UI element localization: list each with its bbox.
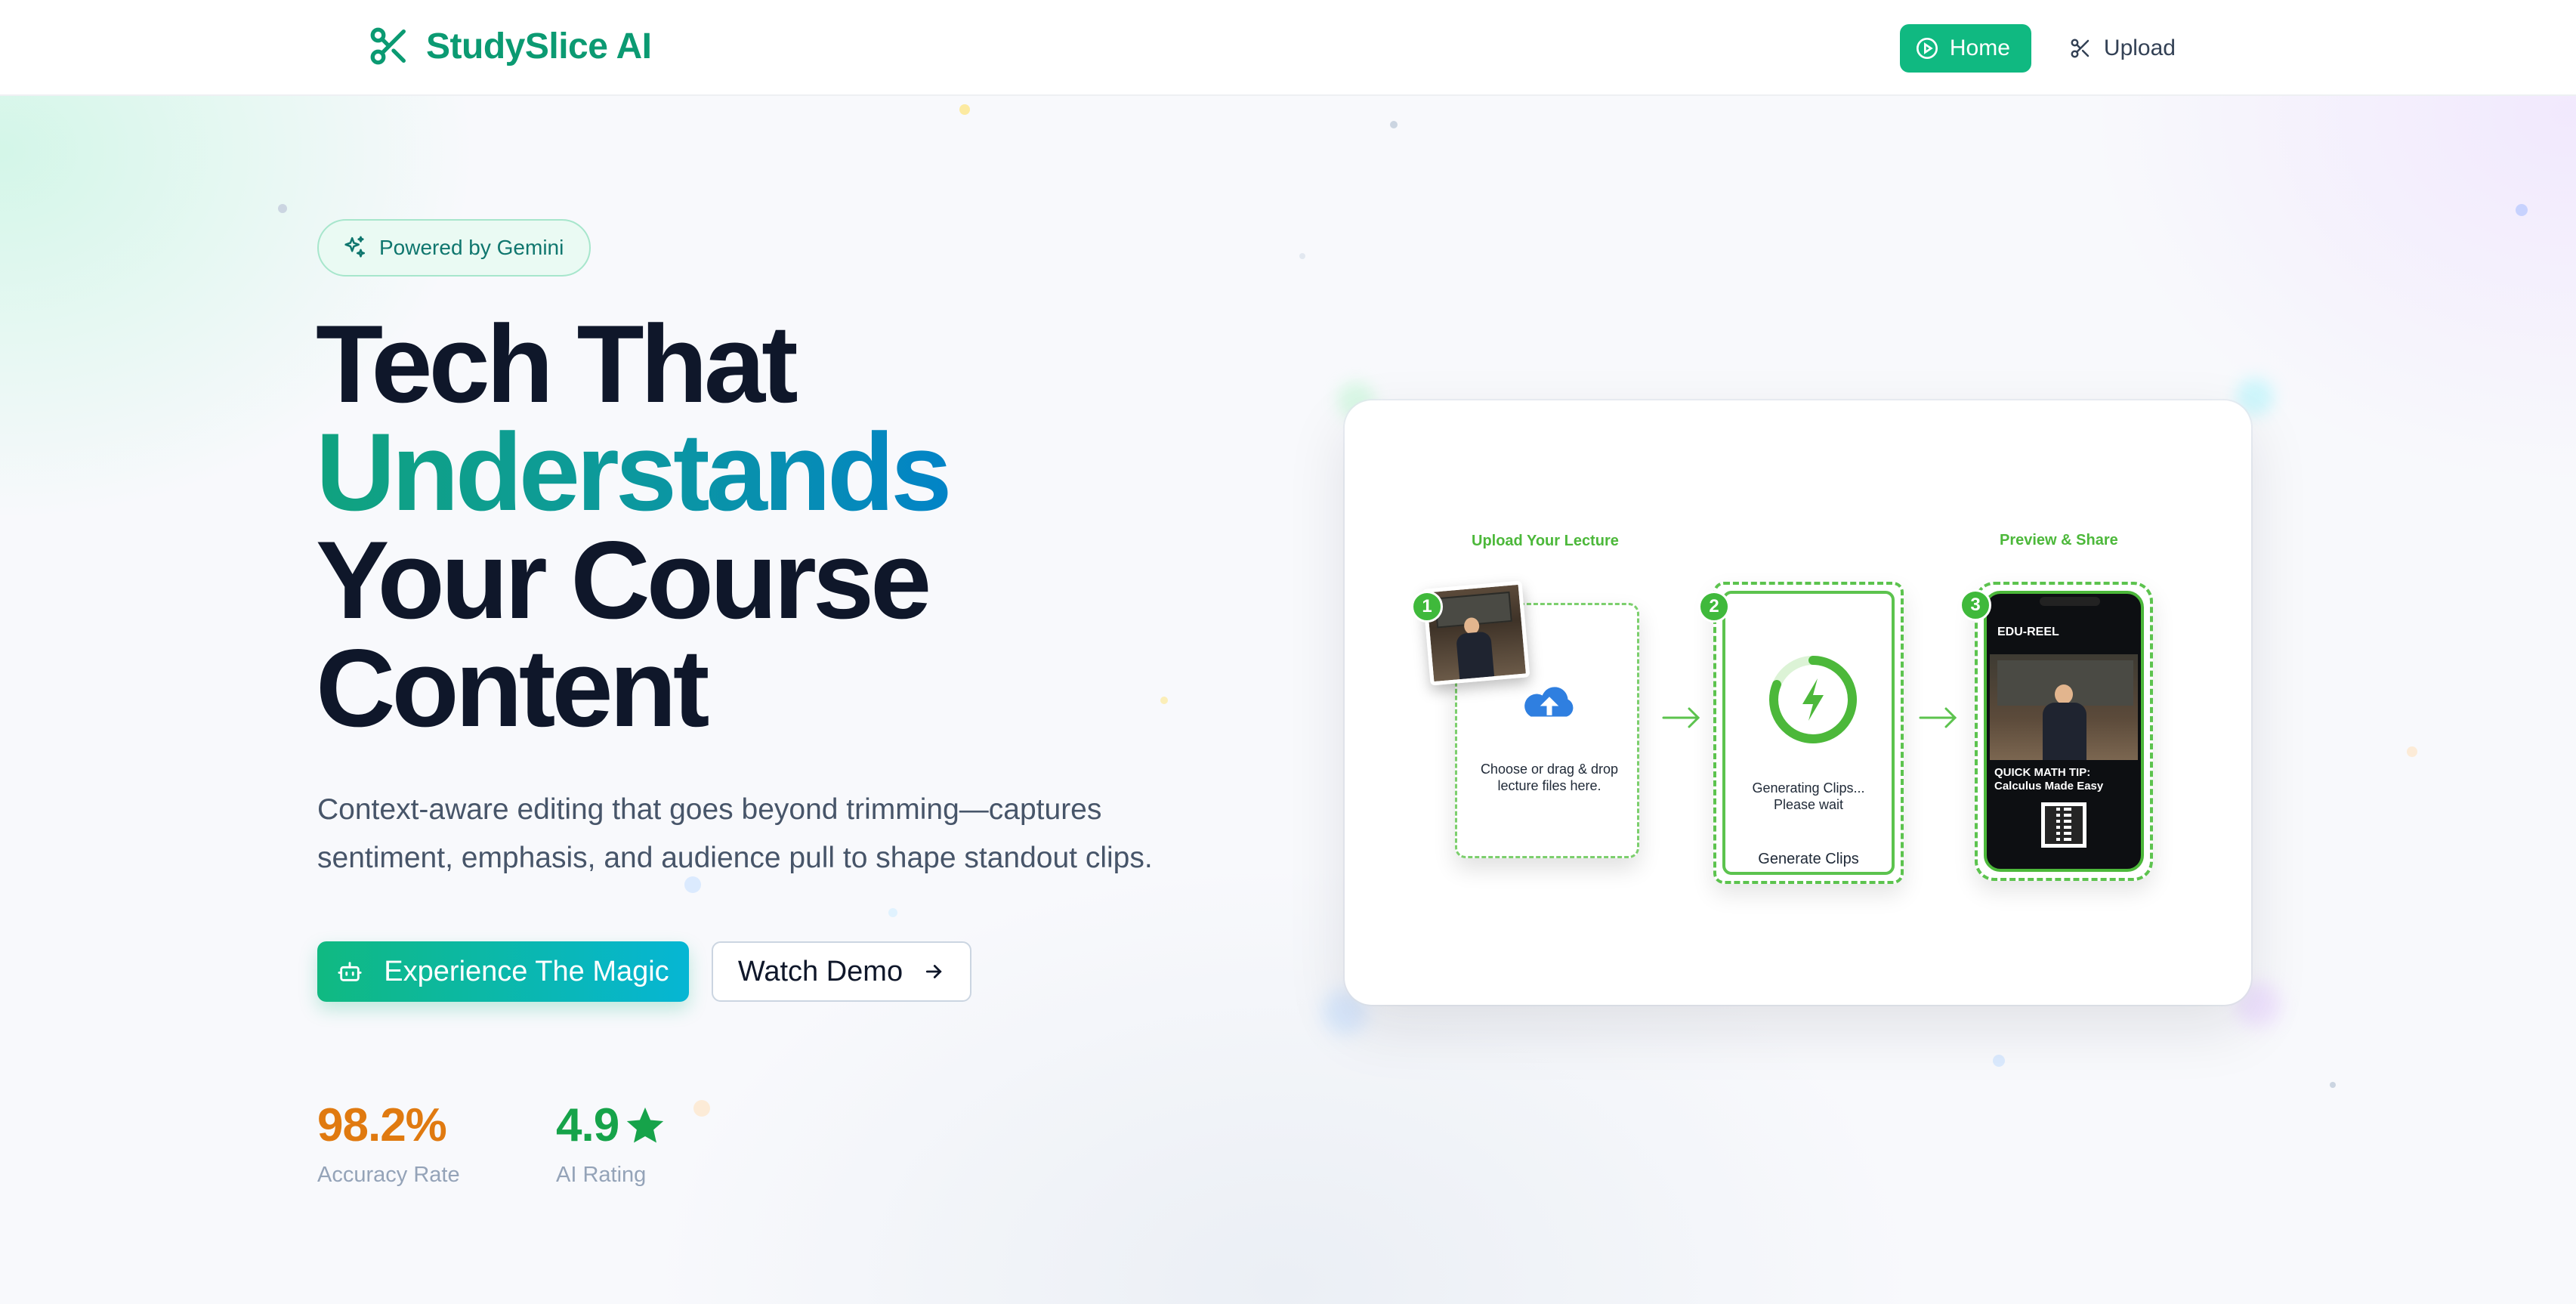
star-icon [627, 1107, 664, 1142]
please-wait-text: Please wait [1773, 797, 1844, 812]
secondary-cta-label: Watch Demo [737, 955, 903, 987]
generating-text: Generating Clips... [1752, 780, 1865, 796]
headline-line-3: Your Course [316, 518, 931, 641]
step1-title: Upload Your Lecture [1472, 533, 1619, 549]
phone-video [1990, 654, 2138, 760]
decor-dot [278, 204, 287, 213]
badge-label: Powered by Gemini [379, 236, 564, 259]
decor-dot [888, 908, 897, 917]
generate-clips-button[interactable]: Generate Clips [1725, 851, 1892, 867]
headline-line-1: Tech That [316, 302, 798, 425]
hero-headline: Tech That Understands Your Course Conten… [316, 309, 952, 743]
qr-code [2041, 802, 2086, 848]
powered-by-badge: Powered by Gemini [317, 219, 591, 277]
phone-preview: EDU-REEL QUICK MATH TIP: Calculus Made E… [1975, 582, 2153, 881]
decor-dot [959, 104, 970, 115]
stat-rating: 4.9 AI Rating [556, 1099, 667, 1188]
workflow-preview-card: Upload Your Lecture Preview & Share Choo… [1345, 400, 2251, 1005]
bot-icon [338, 962, 362, 981]
arrow-right-icon [1662, 707, 1700, 728]
step3-number-badge: 3 [1960, 589, 1991, 621]
watch-demo-button[interactable]: Watch Demo [712, 941, 971, 1002]
decor-dot [693, 1100, 710, 1117]
lecturer-body [1456, 631, 1495, 680]
hero-subtitle: Context-aware editing that goes beyond t… [317, 793, 1153, 874]
lightning-spinner-icon [1769, 656, 1857, 743]
play-circle-icon [1916, 38, 1938, 59]
nav-home-button[interactable]: Home [1899, 24, 2031, 73]
decor-dot [1299, 253, 1305, 259]
generate-inner: Generating Clips... Please wait Generate… [1722, 591, 1895, 875]
stat-accuracy-value: 98.2% [317, 1099, 447, 1151]
step1-number-badge: 1 [1411, 591, 1443, 623]
decor-dot [1390, 121, 1398, 128]
step2-number-badge: 2 [1698, 591, 1730, 623]
decor-dot [2330, 1082, 2336, 1088]
generate-panel: Generating Clips... Please wait Generate… [1713, 582, 1904, 884]
upload-hint: Choose or drag & drop lecture files here… [1480, 762, 1619, 793]
phone-lecturer-head [2055, 684, 2073, 704]
stat-accuracy: 98.2% Accuracy Rate [317, 1099, 460, 1188]
phone-app-title: EDU-REEL [1997, 626, 2059, 638]
primary-cta-label: Experience The Magic [384, 955, 669, 987]
top-navbar: StudySlice AI Home Upload [0, 0, 2576, 96]
decor-dot [2516, 204, 2528, 216]
stat-rating-value-row: 4.9 [556, 1099, 667, 1152]
phone-lecturer-body [2043, 703, 2086, 760]
scissors-icon [2071, 39, 2090, 58]
experience-magic-button[interactable]: Experience The Magic [317, 941, 689, 1002]
arrow-right-icon [925, 965, 942, 978]
decor-dot [2407, 746, 2417, 757]
phone-screen: EDU-REEL QUICK MATH TIP: Calculus Made E… [1984, 591, 2144, 872]
stat-rating-label: AI Rating [556, 1163, 647, 1187]
sparkles-icon [344, 236, 366, 258]
brand-logo[interactable]: StudySlice AI [367, 24, 652, 68]
nav-upload-label: Upload [2103, 36, 2176, 60]
cloud-upload-icon [1524, 687, 1574, 717]
brand-name: StudySlice AI [426, 26, 652, 66]
nav-upload-link[interactable]: Upload [2054, 24, 2191, 73]
phone-caption: QUICK MATH TIP: Calculus Made Easy [1994, 766, 2138, 793]
scissors-logo-icon [370, 27, 406, 65]
headline-line-2-highlight: Understands [316, 410, 952, 533]
qr-pattern [2045, 806, 2083, 844]
nav-links: Home Upload [1899, 24, 2191, 73]
phone-notch [2040, 597, 2100, 606]
decor-dot [1160, 697, 1168, 704]
nav-home-label: Home [1949, 36, 2010, 60]
stat-accuracy-label: Accuracy Rate [317, 1163, 460, 1187]
headline-line-4: Content [316, 626, 709, 749]
step3-title: Preview & Share [2000, 532, 2118, 548]
caption-line-1: QUICK MATH TIP: [1994, 766, 2091, 779]
generating-status: Generating Clips... Please wait [1725, 780, 1892, 813]
stat-rating-value: 4.9 [556, 1099, 619, 1151]
caption-line-2: Calculus Made Easy [1994, 780, 2104, 793]
decor-dot [1993, 1055, 2005, 1067]
arrow-right-icon [1919, 707, 1957, 728]
